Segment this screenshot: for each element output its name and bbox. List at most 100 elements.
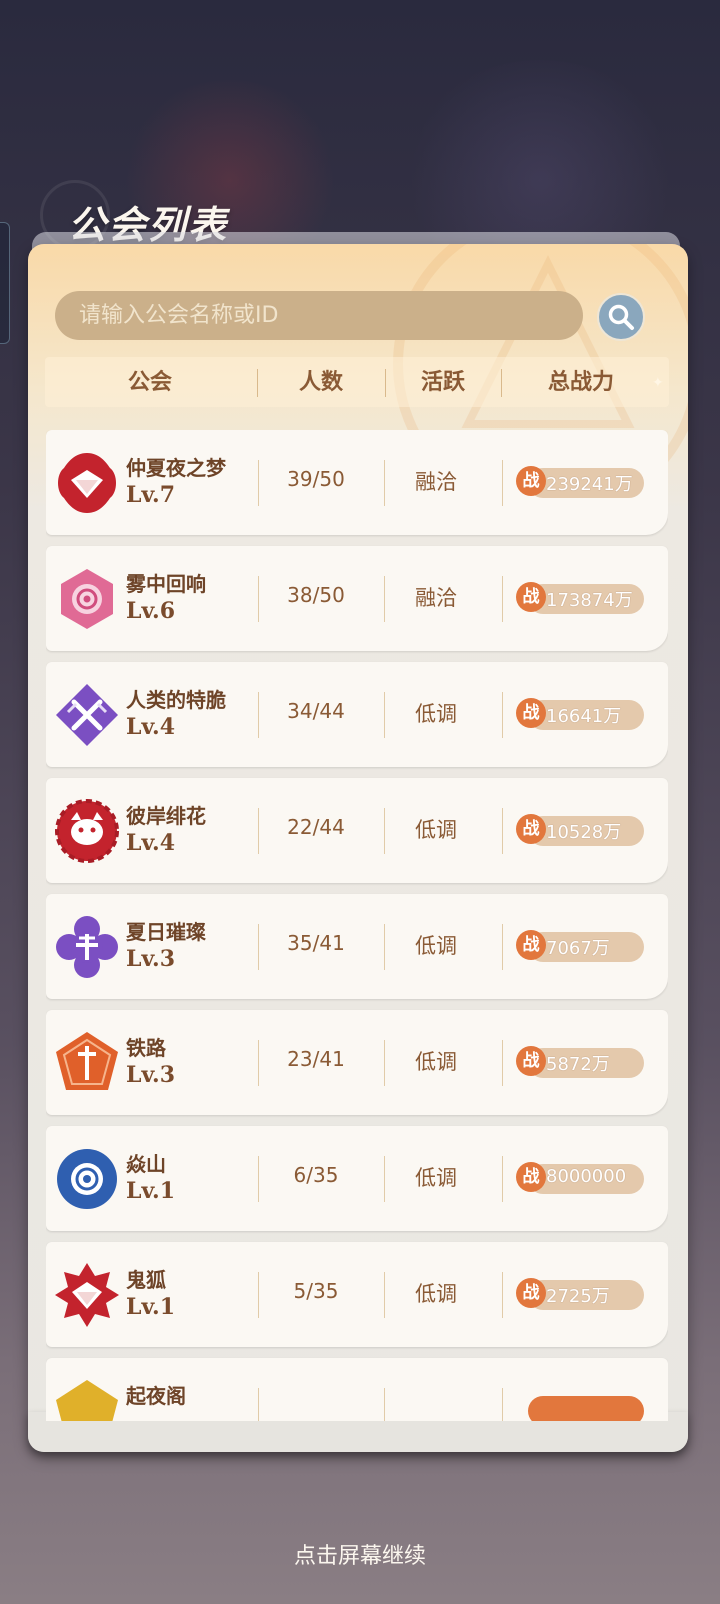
purple-bull-emblem-icon (56, 916, 118, 978)
guild-level: Lv.4 (126, 714, 176, 740)
guild-name: 仲夏夜之梦 (126, 456, 226, 480)
divider (384, 1272, 385, 1318)
divider (384, 1388, 385, 1421)
red-diamond-emblem-icon (58, 453, 116, 513)
activity-status: 低调 (415, 1282, 457, 1306)
battle-power-icon: 战 (516, 1162, 546, 1192)
member-count: 38/50 (287, 583, 345, 607)
battle-power-icon: 战 (516, 698, 546, 728)
guild-row[interactable]: 彼岸绯花 Lv.4 22/44 低调 战 10528万 (46, 778, 668, 883)
guild-name: 起夜阁 (126, 1384, 186, 1408)
guild-list[interactable]: 仲夏夜之梦 Lv.7 39/50 融洽 战 239241万 雾中回响 Lv.6 … (46, 430, 668, 1421)
activity-status: 融洽 (415, 586, 457, 610)
divider (502, 460, 503, 506)
column-header-guild: 公会 (127, 369, 172, 395)
guild-name: 铁路 (126, 1036, 166, 1060)
guild-row[interactable]: 焱山 Lv.1 6/35 低调 战 8000000 (46, 1126, 668, 1231)
guild-row[interactable]: 仲夏夜之梦 Lv.7 39/50 融洽 战 239241万 (46, 430, 668, 535)
red-cat-emblem-icon (55, 799, 119, 863)
guild-row[interactable]: 铁路 Lv.3 23/41 低调 战 5872万 (46, 1010, 668, 1115)
total-power: 8000000 (546, 1166, 627, 1187)
divider (502, 576, 503, 622)
power-badge (528, 1396, 644, 1421)
divider (502, 808, 503, 854)
divider (502, 1156, 503, 1202)
guild-level: Lv.7 (126, 482, 176, 508)
guild-row[interactable]: 夏日璀璨 Lv.3 35/41 低调 战 7067万 (46, 894, 668, 999)
battle-power-icon: 战 (516, 582, 546, 612)
guild-level: Lv.1 (126, 1178, 176, 1204)
blue-rose-emblem-icon (57, 1149, 117, 1209)
divider (384, 1040, 385, 1086)
tap-to-continue[interactable]: 点击屏幕继续 (0, 1538, 720, 1570)
divider (384, 692, 385, 738)
guild-level: Lv.6 (126, 598, 176, 624)
total-power: 5872万 (546, 1054, 610, 1075)
total-power: 7067万 (546, 938, 610, 959)
battle-power-icon: 战 (516, 1046, 546, 1076)
guild-level: Lv.4 (126, 830, 176, 856)
guild-name: 人类的特脆 (126, 688, 226, 712)
activity-status: 低调 (415, 1166, 457, 1190)
column-header-members: 人数 (298, 369, 343, 395)
guild-row[interactable]: 雾中回响 Lv.6 38/50 融洽 战 173874万 (46, 546, 668, 651)
activity-status: 低调 (415, 818, 457, 842)
divider (384, 808, 385, 854)
divider (502, 924, 503, 970)
guild-row[interactable]: 起夜阁 (46, 1358, 668, 1421)
divider (502, 1272, 503, 1318)
yellow-emblem-icon (56, 1380, 118, 1421)
guild-name: 鬼狐 (126, 1268, 166, 1292)
member-count: 34/44 (287, 699, 345, 723)
pink-rose-emblem-icon (61, 569, 113, 629)
column-header-activity: 活跃 (420, 369, 465, 395)
guild-name: 雾中回响 (126, 572, 206, 596)
divider (258, 808, 259, 854)
total-power: 239241万 (546, 474, 633, 495)
divider (502, 1388, 503, 1421)
member-count: 5/35 (293, 1279, 339, 1303)
member-count: 22/44 (287, 815, 345, 839)
total-power: 10528万 (546, 822, 622, 843)
activity-status: 低调 (415, 934, 457, 958)
battle-power-icon: 战 (516, 1278, 546, 1308)
divider (258, 1156, 259, 1202)
red-star-diamond-emblem-icon (55, 1263, 119, 1327)
activity-status: 低调 (415, 702, 457, 726)
battle-power-icon: 战 (516, 930, 546, 960)
guild-level: Lv.3 (126, 1062, 176, 1088)
divider (384, 460, 385, 506)
member-count: 23/41 (287, 1047, 345, 1071)
guild-level: Lv.1 (126, 1294, 176, 1320)
activity-status: 融洽 (415, 470, 457, 494)
guild-name: 夏日璀璨 (126, 920, 206, 944)
member-count: 6/35 (293, 1163, 339, 1187)
divider (258, 1388, 259, 1421)
divider (502, 692, 503, 738)
divider (384, 576, 385, 622)
search-input[interactable] (55, 291, 583, 340)
guild-row[interactable]: 鬼狐 Lv.1 5/35 低调 战 2725万 (46, 1242, 668, 1347)
orange-sword-emblem-icon (56, 1032, 118, 1090)
guild-name: 彼岸绯花 (126, 804, 206, 828)
guild-row[interactable]: 人类的特脆 Lv.4 34/44 低调 战 16641万 (46, 662, 668, 767)
divider (258, 576, 259, 622)
divider (384, 1156, 385, 1202)
divider (502, 1040, 503, 1086)
total-power: 173874万 (546, 590, 633, 611)
divider (258, 1040, 259, 1086)
member-count: 39/50 (287, 467, 345, 491)
guild-name: 焱山 (126, 1152, 166, 1176)
table-header: 公会 人数 活跃 总战力 (45, 357, 669, 407)
divider (258, 924, 259, 970)
purple-swords-emblem-icon (56, 684, 118, 746)
total-power: 16641万 (546, 706, 622, 727)
divider (258, 692, 259, 738)
column-header-power: 总战力 (547, 369, 614, 395)
divider (258, 460, 259, 506)
activity-status: 低调 (415, 1050, 457, 1074)
guild-level: Lv.3 (126, 946, 176, 972)
side-tab[interactable] (0, 222, 10, 344)
search-button[interactable] (597, 293, 645, 341)
divider (258, 1272, 259, 1318)
